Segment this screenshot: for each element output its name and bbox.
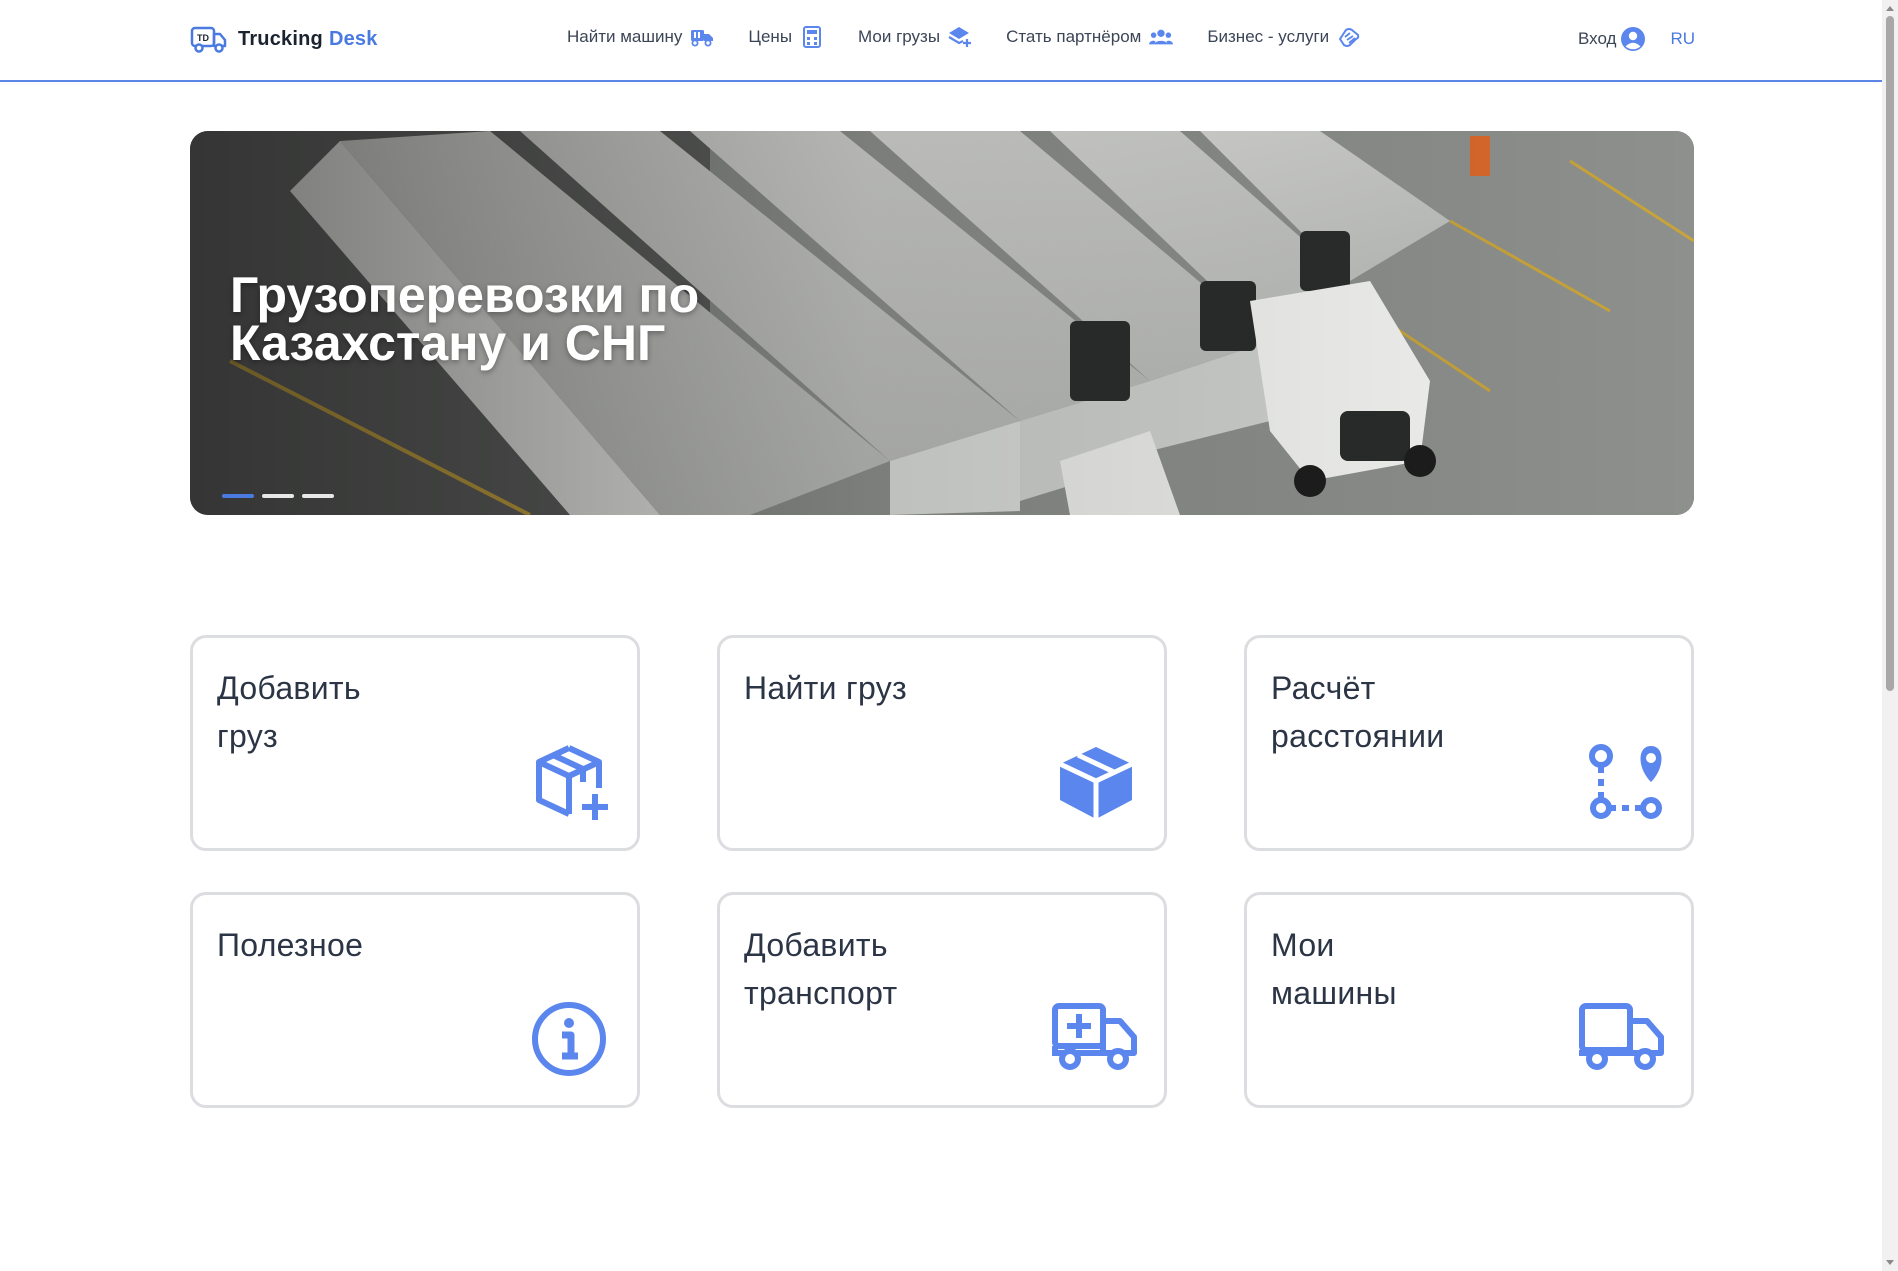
main-nav: Найти машину Цены Мои грузы Стать партнё… [567, 26, 1395, 48]
card-find-cargo-title: Найти груз [744, 670, 907, 706]
card-add-transport[interactable]: Добавить транспорт [717, 892, 1167, 1108]
users-icon [1149, 29, 1174, 45]
card-distance-calc-title: Расчёт расстоянии [1271, 670, 1445, 754]
nav-become-partner-label: Стать партнёром [1006, 27, 1142, 46]
nav-find-truck-label: Найти машину [567, 27, 683, 46]
login-label: Вход [1578, 29, 1617, 48]
svg-text:TD: TD [197, 33, 209, 43]
brand-logo[interactable]: TD Trucking Desk [190, 24, 378, 54]
truck-logo-icon: TD [190, 26, 227, 53]
nav-find-truck[interactable]: Найти машину [567, 26, 714, 48]
card-add-cargo-title: Добавить груз [217, 670, 361, 754]
language-switcher[interactable]: RU [1670, 29, 1695, 49]
info-icon [532, 1002, 606, 1076]
box-add-icon [536, 745, 608, 820]
layers-add-icon [948, 27, 972, 47]
truck-icon [691, 30, 714, 47]
nav-business-services-label: Бизнес - услуги [1207, 27, 1330, 46]
hero-title-line1: Грузоперевозки по [230, 267, 700, 323]
page-scrollbar[interactable] [1882, 0, 1898, 1271]
scroll-thumb[interactable] [1886, 16, 1894, 691]
carousel-indicators [222, 494, 334, 498]
card-useful-title: Полезное [217, 927, 364, 963]
nav-my-cargo-label: Мои грузы [858, 27, 941, 46]
scroll-up-arrow[interactable] [1886, 6, 1894, 11]
nav-my-cargo[interactable]: Мои грузы [858, 26, 972, 48]
card-my-trucks-title: Мои машины [1271, 927, 1397, 1011]
calculator-icon [803, 26, 822, 48]
carousel-dot-1[interactable] [222, 494, 254, 498]
card-distance-calc[interactable]: Расчёт расстоянии [1244, 635, 1694, 851]
hero-carousel[interactable]: Грузоперевозки по Казахстану и СНГ [190, 131, 1694, 515]
top-header: TD Trucking Desk Найти машину Цены Мои г… [0, 0, 1882, 82]
handshake-icon [1338, 28, 1360, 47]
truck-icon [1579, 1003, 1664, 1070]
card-add-cargo[interactable]: Добавить груз [190, 635, 640, 851]
nav-prices[interactable]: Цены [748, 26, 824, 48]
nav-business-services[interactable]: Бизнес - услуги [1207, 26, 1361, 48]
carousel-dot-3[interactable] [302, 494, 334, 498]
card-find-cargo[interactable]: Найти груз [717, 635, 1167, 851]
truck-add-icon [1052, 1003, 1137, 1070]
scroll-down-arrow[interactable] [1886, 1260, 1894, 1265]
card-add-transport-title: Добавить транспорт [744, 927, 898, 1011]
header-right: Вход RU [1578, 26, 1695, 52]
route-icon [1589, 744, 1662, 819]
hero-title: Грузоперевозки по Казахстану и СНГ [230, 267, 930, 371]
user-circle-icon [1621, 27, 1646, 51]
hero-title-line2: Казахстану и СНГ [230, 315, 666, 371]
card-my-trucks[interactable]: Мои машины [1244, 892, 1694, 1108]
brand-name: Trucking Desk [238, 27, 378, 50]
box-icon [1058, 747, 1134, 819]
nav-become-partner[interactable]: Стать партнёром [1006, 26, 1174, 48]
nav-prices-label: Цены [748, 27, 793, 46]
login-button[interactable]: Вход [1578, 26, 1646, 52]
card-useful[interactable]: Полезное [190, 892, 640, 1108]
carousel-dot-2[interactable] [262, 494, 294, 498]
